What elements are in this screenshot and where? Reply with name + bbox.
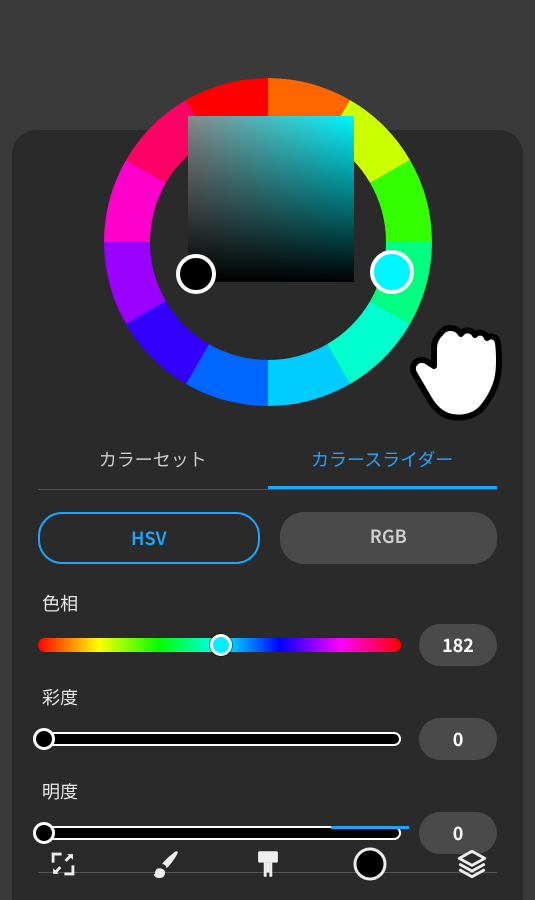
color-picker[interactable] bbox=[108, 152, 428, 412]
sat-slider[interactable] bbox=[38, 732, 401, 746]
tool-color[interactable] bbox=[319, 828, 421, 900]
tool-brush[interactable] bbox=[114, 828, 216, 900]
tab-color-slider[interactable]: カラースライダー bbox=[268, 432, 498, 489]
tool-paint[interactable] bbox=[216, 828, 318, 900]
layers-icon bbox=[455, 847, 489, 881]
hue-value[interactable]: 182 bbox=[419, 624, 497, 666]
tab-color-set[interactable]: カラーセット bbox=[38, 432, 268, 489]
sat-slider-block: 彩度 0 bbox=[38, 684, 497, 760]
sat-thumb[interactable] bbox=[33, 728, 55, 750]
tool-transform[interactable] bbox=[12, 828, 114, 900]
tool-layers[interactable] bbox=[421, 828, 523, 900]
hue-label: 色相 bbox=[42, 590, 497, 616]
hue-thumb[interactable] bbox=[210, 634, 232, 656]
sat-label: 彩度 bbox=[42, 684, 497, 710]
hue-ring-thumb[interactable] bbox=[372, 252, 412, 292]
color-tab-bar: カラーセット カラースライダー bbox=[38, 432, 497, 490]
sat-value[interactable]: 0 bbox=[419, 718, 497, 760]
hue-slider-block: 色相 182 bbox=[38, 590, 497, 666]
mode-rgb-button[interactable]: RGB bbox=[280, 512, 498, 564]
brush-icon bbox=[148, 847, 182, 881]
color-wheel[interactable] bbox=[88, 62, 448, 422]
hue-slider[interactable] bbox=[38, 638, 401, 652]
transform-icon bbox=[46, 847, 80, 881]
bottom-toolbar bbox=[12, 828, 523, 900]
sv-thumb[interactable] bbox=[178, 256, 214, 292]
val-label: 明度 bbox=[42, 778, 497, 804]
paint-icon bbox=[251, 847, 285, 881]
color-mode-row: HSV RGB bbox=[38, 512, 497, 564]
mode-hsv-button[interactable]: HSV bbox=[38, 512, 260, 564]
app-canvas: カラーセット カラースライダー HSV RGB 色相 182 彩度 bbox=[0, 0, 535, 900]
color-panel: カラーセット カラースライダー HSV RGB 色相 182 彩度 bbox=[12, 130, 523, 900]
color-circle-icon bbox=[352, 846, 388, 882]
